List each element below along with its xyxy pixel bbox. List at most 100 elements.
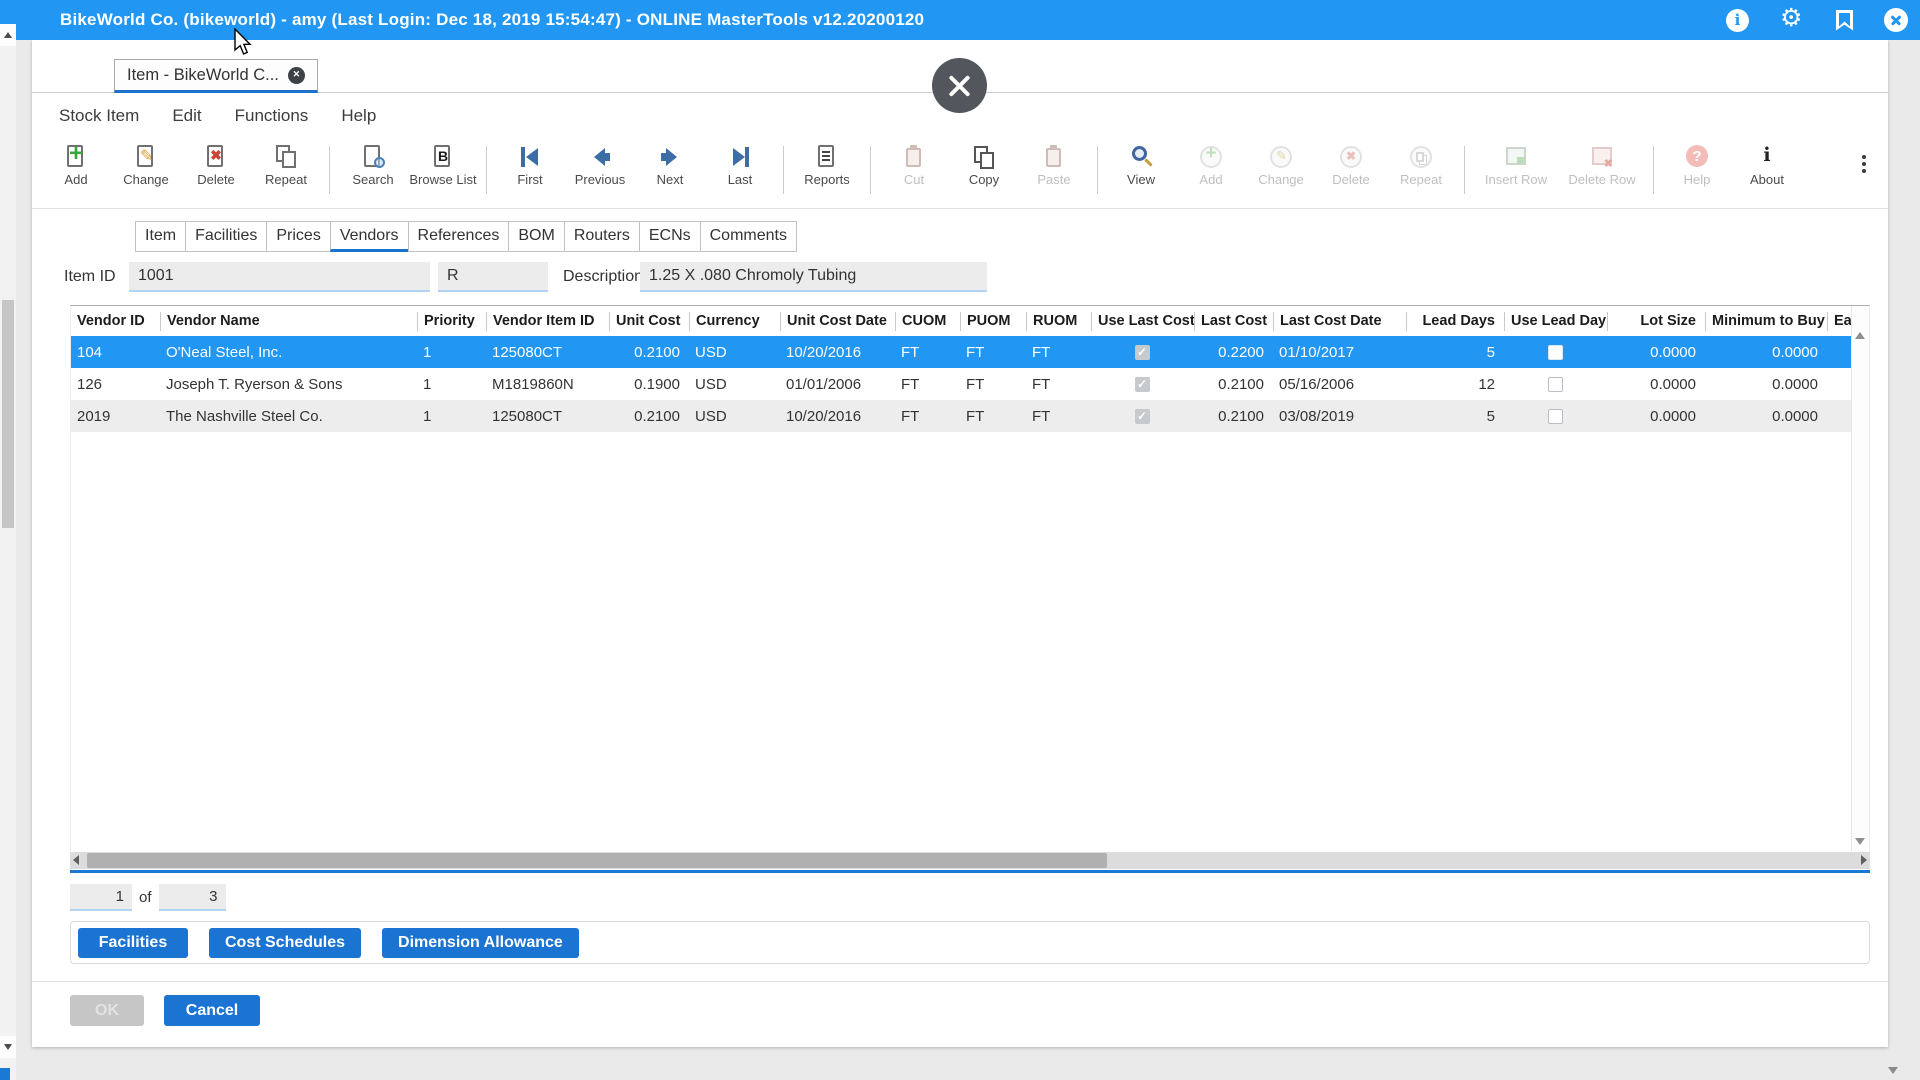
toolbar-label: Last [705, 172, 775, 187]
column-header-vendor-id[interactable]: Vendor ID [71, 312, 160, 331]
table-horizontal-scrollbar[interactable] [70, 852, 1870, 869]
tab-prices[interactable]: Prices [266, 221, 330, 252]
column-header-cuom[interactable]: CUOM [895, 312, 960, 331]
scroll-left-arrow-icon[interactable] [73, 855, 79, 865]
column-header-ruom[interactable]: RUOM [1026, 312, 1091, 331]
cell-last-cost: 0.2200 [1194, 344, 1273, 361]
scroll-right-arrow-icon[interactable] [1861, 855, 1867, 865]
titlebar-close-icon[interactable] [1884, 8, 1908, 32]
column-header-vendor-name[interactable]: Vendor Name [160, 312, 417, 331]
arrow-first-button[interactable]: First [495, 144, 565, 187]
menu-edit[interactable]: Edit [172, 106, 201, 126]
use-lead-days-checkbox[interactable] [1548, 377, 1563, 392]
view-magnifier-button[interactable]: View [1106, 144, 1176, 187]
use-last-cost-checkbox[interactable] [1135, 377, 1150, 392]
toolbar-label: Delete Row [1559, 172, 1645, 187]
toolbar-label: Paste [1019, 172, 1089, 187]
doc-add-button[interactable]: Add [41, 144, 111, 187]
column-header-use-last-cost[interactable]: Use Last Cost [1091, 312, 1194, 331]
circle-add-icon [1198, 144, 1224, 170]
doc-delete-button[interactable]: Delete [181, 144, 251, 187]
copy-button[interactable]: Copy [949, 144, 1019, 187]
column-header-lot-size[interactable]: Lot Size [1607, 312, 1705, 331]
table-vertical-scrollbar[interactable] [1851, 306, 1869, 851]
column-header-vendor-item-id[interactable]: Vendor Item ID [486, 312, 609, 331]
current-record-field[interactable]: 1 [70, 884, 132, 911]
scroll-up-arrow-icon[interactable] [0, 24, 16, 46]
doc-add-icon [63, 144, 89, 170]
column-header-last-cost[interactable]: Last Cost [1194, 312, 1273, 331]
settings-gear-icon[interactable] [1780, 8, 1805, 33]
report-doc-button[interactable]: Reports [792, 144, 862, 187]
use-last-cost-checkbox[interactable] [1135, 345, 1150, 360]
table-scroll-up-icon[interactable] [1855, 332, 1865, 339]
scroll-down-arrow-icon[interactable] [0, 1036, 16, 1058]
description-field[interactable]: 1.25 X .080 Chromoly Tubing [640, 262, 987, 292]
scrollbar-accent [0, 1068, 10, 1080]
tab-item[interactable]: Item [135, 221, 186, 252]
window-tab[interactable]: Item - BikeWorld C... [114, 59, 318, 93]
column-header-last-cost-date[interactable]: Last Cost Date [1273, 312, 1406, 331]
column-header-unit-cost-date[interactable]: Unit Cost Date [780, 312, 895, 331]
ok-button[interactable]: OK [70, 995, 144, 1026]
doc-browse-button[interactable]: Browse List [408, 144, 478, 187]
facilities-button[interactable]: Facilities [78, 928, 188, 958]
tab-references[interactable]: References [408, 221, 510, 252]
tab-close-icon[interactable] [288, 67, 305, 84]
cancel-button[interactable]: Cancel [164, 995, 260, 1026]
column-header-unit-cost[interactable]: Unit Cost [609, 312, 689, 331]
item-id-field[interactable]: 1001 [129, 262, 430, 292]
bookmark-icon[interactable] [1836, 10, 1853, 31]
tab-comments[interactable]: Comments [700, 221, 797, 252]
doc-edit-button[interactable]: Change [111, 144, 181, 187]
cell-lead-days: 5 [1406, 408, 1504, 425]
total-records-field[interactable]: 3 [159, 884, 226, 911]
use-last-cost-checkbox[interactable] [1135, 409, 1150, 424]
table-row[interactable]: 104O'Neal Steel, Inc.1125080CT0.2100USD1… [71, 336, 1852, 368]
dialog-close-button[interactable] [932, 58, 987, 113]
column-header-minimum-to-buy[interactable]: Minimum to Buy [1705, 312, 1827, 331]
cell-vendor-item-id: M1819860N [486, 376, 609, 393]
table-scroll-down-icon[interactable] [1855, 838, 1865, 845]
menu-stock-item[interactable]: Stock Item [59, 106, 139, 126]
arrow-next-button[interactable]: Next [635, 144, 705, 187]
column-header-use-lead-days[interactable]: Use Lead Days [1504, 312, 1607, 331]
column-header-lead-days[interactable]: Lead Days [1406, 312, 1504, 331]
revision-field[interactable]: R [438, 262, 548, 292]
tab-facilities[interactable]: Facilities [185, 221, 267, 252]
column-header-currency[interactable]: Currency [689, 312, 780, 331]
about-info-button[interactable]: About [1732, 144, 1802, 187]
doc-repeat-button[interactable]: Repeat [251, 144, 321, 187]
toolbar-separator [783, 146, 784, 194]
tab-bom[interactable]: BOM [508, 221, 564, 252]
table-row[interactable]: 2019The Nashville Steel Co.1125080CT0.21… [71, 400, 1852, 432]
tab-ecns[interactable]: ECNs [639, 221, 701, 252]
insert-row-button: Insert Row [1473, 144, 1559, 187]
page-vertical-scrollbar[interactable] [0, 24, 16, 1080]
cell-lot-size: 0.0000 [1607, 344, 1705, 361]
tab-routers[interactable]: Routers [564, 221, 640, 252]
horizontal-scrollbar-thumb[interactable] [87, 853, 1107, 868]
cell-puom: FT [960, 376, 1026, 393]
vertical-scrollbar-thumb[interactable] [2, 300, 14, 528]
use-lead-days-checkbox[interactable] [1548, 345, 1563, 360]
page-scroll-down-arrow-icon[interactable] [1888, 1067, 1898, 1074]
doc-search-button[interactable]: Search [338, 144, 408, 187]
window-tab-label: Item - BikeWorld C... [127, 66, 279, 85]
table-row[interactable]: 126Joseph T. Ryerson & Sons1M1819860N0.1… [71, 368, 1852, 400]
tab-vendors[interactable]: Vendors [330, 221, 409, 252]
menu-functions[interactable]: Functions [235, 106, 309, 126]
column-header-puom[interactable]: PUOM [960, 312, 1026, 331]
arrow-last-button[interactable]: Last [705, 144, 775, 187]
arrow-prev-button[interactable]: Previous [565, 144, 635, 187]
dimension-allowance-button[interactable]: Dimension Allowance [382, 928, 579, 958]
info-icon[interactable] [1726, 9, 1749, 32]
cost-schedules-button[interactable]: Cost Schedules [209, 928, 361, 958]
kebab-menu-icon[interactable] [1854, 152, 1874, 176]
cell-priority: 1 [417, 408, 486, 425]
cell-unit-cost: 0.1900 [609, 376, 689, 393]
menu-help[interactable]: Help [341, 106, 376, 126]
column-header-priority[interactable]: Priority [417, 312, 486, 331]
use-lead-days-checkbox[interactable] [1548, 409, 1563, 424]
column-header-ea[interactable]: Ea [1827, 312, 1852, 331]
